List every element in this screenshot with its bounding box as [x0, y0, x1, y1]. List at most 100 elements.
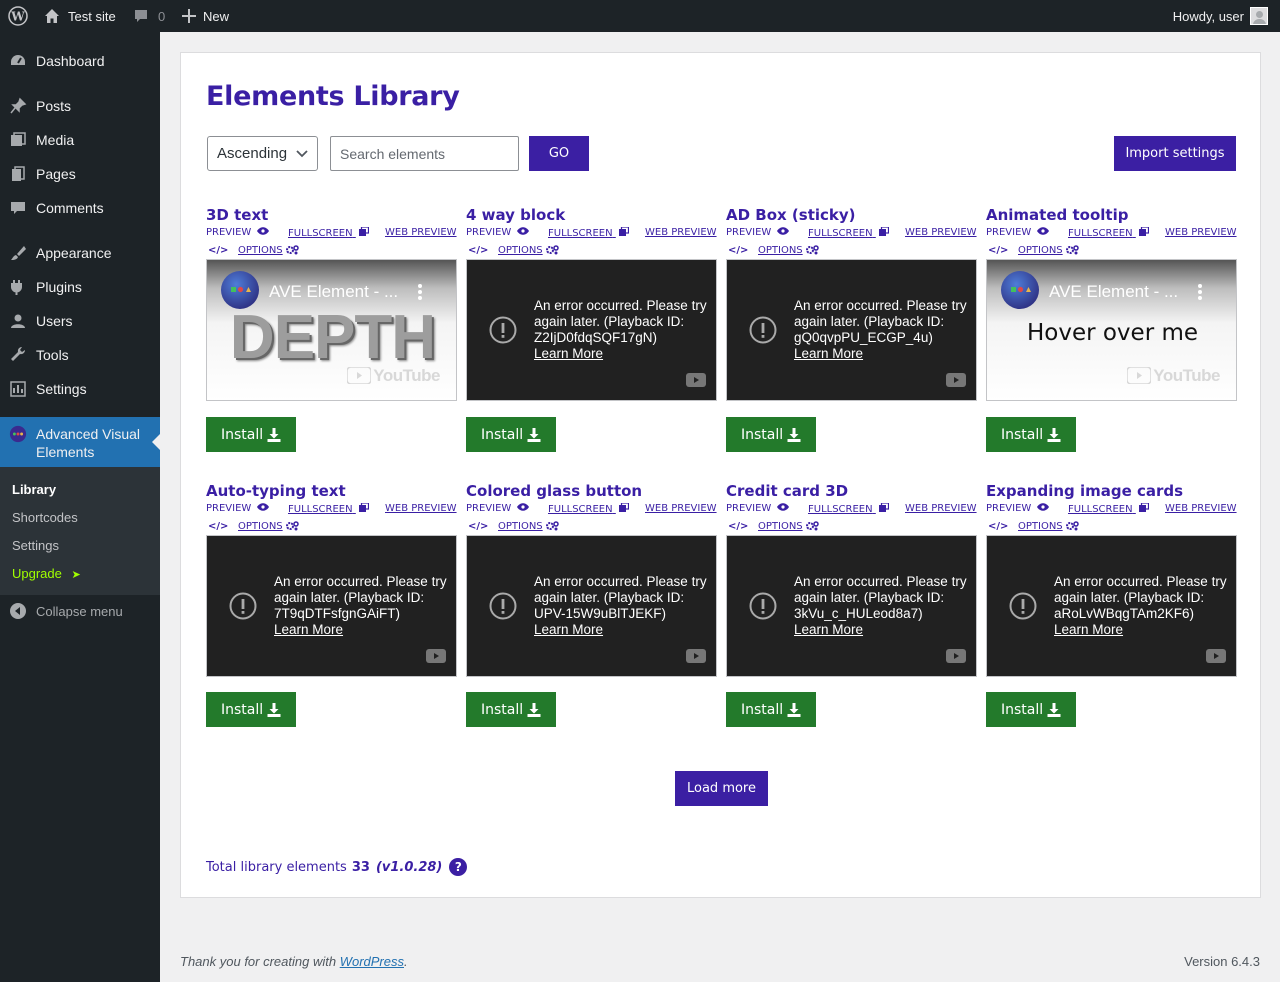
options-link[interactable]: OPTIONS: [758, 245, 803, 256]
code-icon[interactable]: </>: [468, 521, 488, 532]
install-button[interactable]: Install: [206, 692, 296, 727]
sidebar-item-users[interactable]: Users: [0, 304, 160, 338]
youtube-icon[interactable]: [686, 649, 706, 663]
card-title[interactable]: 4 way block: [466, 206, 565, 224]
more-vert-icon[interactable]: [1198, 284, 1202, 300]
card-title[interactable]: Animated tooltip: [986, 206, 1128, 224]
options-link[interactable]: OPTIONS: [498, 245, 543, 256]
video-embed[interactable]: An error occurred. Please try again late…: [206, 535, 457, 677]
learn-more-link[interactable]: Learn More: [794, 346, 969, 362]
wordpress-logo-icon[interactable]: W: [8, 0, 28, 32]
video-embed[interactable]: An error occurred. Please try again late…: [726, 535, 977, 677]
options-link[interactable]: OPTIONS: [1018, 521, 1063, 532]
youtube-icon[interactable]: [426, 649, 446, 663]
web-preview-link[interactable]: WEB PREVIEW: [1165, 503, 1237, 514]
sidebar-item-posts[interactable]: Posts: [0, 89, 160, 123]
options-link[interactable]: OPTIONS: [238, 521, 283, 532]
sort-select[interactable]: Ascending: [207, 136, 318, 171]
preview-link[interactable]: PREVIEW: [466, 227, 530, 238]
install-button[interactable]: Install: [466, 692, 556, 727]
code-icon[interactable]: </>: [728, 521, 748, 532]
web-preview-link[interactable]: WEB PREVIEW: [645, 227, 717, 238]
video-embed[interactable]: AVE Element - ... DEPTH YouTube: [206, 259, 457, 401]
fullscreen-link[interactable]: FULLSCREEN: [288, 226, 369, 239]
submenu-library[interactable]: Library: [12, 482, 56, 497]
fullscreen-link[interactable]: FULLSCREEN: [808, 226, 889, 239]
sidebar-item-appearance[interactable]: Appearance: [0, 236, 160, 270]
card-title[interactable]: Auto-typing text: [206, 482, 346, 500]
new-content-link[interactable]: New: [182, 0, 229, 32]
card-title[interactable]: AD Box (sticky): [726, 206, 856, 224]
fullscreen-link[interactable]: FULLSCREEN: [288, 502, 369, 515]
fullscreen-link[interactable]: FULLSCREEN: [548, 226, 629, 239]
code-icon[interactable]: </>: [988, 521, 1008, 532]
fullscreen-link[interactable]: FULLSCREEN: [548, 502, 629, 515]
video-embed[interactable]: An error occurred. Please try again late…: [986, 535, 1237, 677]
sidebar-item-media[interactable]: Media: [0, 123, 160, 157]
sidebar-item-pages[interactable]: Pages: [0, 157, 160, 191]
comments-link[interactable]: 0: [133, 0, 165, 32]
video-embed[interactable]: AVE Element - ... Hover over me YouTube: [986, 259, 1237, 401]
submenu-upgrade[interactable]: Upgrade ➤: [12, 566, 81, 581]
card-title[interactable]: Credit card 3D: [726, 482, 848, 500]
learn-more-link[interactable]: Learn More: [794, 622, 969, 638]
web-preview-link[interactable]: WEB PREVIEW: [905, 503, 977, 514]
web-preview-link[interactable]: WEB PREVIEW: [385, 227, 457, 238]
youtube-icon[interactable]: [946, 649, 966, 663]
preview-link[interactable]: PREVIEW: [206, 227, 270, 238]
install-button[interactable]: Install: [206, 417, 296, 452]
code-icon[interactable]: </>: [208, 245, 228, 256]
web-preview-link[interactable]: WEB PREVIEW: [1165, 227, 1237, 238]
install-button[interactable]: Install: [986, 692, 1076, 727]
video-title[interactable]: AVE Element - ...: [269, 282, 398, 302]
submenu-shortcodes[interactable]: Shortcodes: [12, 510, 78, 525]
preview-link[interactable]: PREVIEW: [986, 503, 1050, 514]
code-icon[interactable]: </>: [208, 521, 228, 532]
youtube-logo[interactable]: YouTube: [1126, 366, 1220, 386]
collapse-menu-button[interactable]: Collapse menu: [0, 594, 160, 628]
sidebar-item-tools[interactable]: Tools: [0, 338, 160, 372]
import-settings-button[interactable]: Import settings: [1114, 136, 1236, 171]
web-preview-link[interactable]: WEB PREVIEW: [645, 503, 717, 514]
youtube-icon[interactable]: [946, 373, 966, 387]
video-embed[interactable]: An error occurred. Please try again late…: [466, 259, 717, 401]
youtube-icon[interactable]: [686, 373, 706, 387]
code-icon[interactable]: </>: [988, 245, 1008, 256]
sidebar-item-comments[interactable]: Comments: [0, 191, 160, 225]
sidebar-item-settings[interactable]: Settings: [0, 372, 160, 406]
go-button[interactable]: GO: [529, 136, 589, 171]
site-name-link[interactable]: Test site: [44, 0, 116, 32]
sidebar-item-dashboard[interactable]: Dashboard: [0, 44, 160, 78]
load-more-button[interactable]: Load more: [675, 771, 768, 806]
install-button[interactable]: Install: [726, 417, 816, 452]
preview-link[interactable]: PREVIEW: [466, 503, 530, 514]
my-account-link[interactable]: Howdy, user: [1173, 0, 1268, 32]
code-icon[interactable]: </>: [468, 245, 488, 256]
sidebar-item-plugins[interactable]: Plugins: [0, 270, 160, 304]
web-preview-link[interactable]: WEB PREVIEW: [385, 503, 457, 514]
submenu-settings[interactable]: Settings: [12, 538, 59, 553]
preview-link[interactable]: PREVIEW: [206, 503, 270, 514]
card-title[interactable]: Colored glass button: [466, 482, 642, 500]
card-title[interactable]: Expanding image cards: [986, 482, 1183, 500]
install-button[interactable]: Install: [726, 692, 816, 727]
install-button[interactable]: Install: [466, 417, 556, 452]
wordpress-link[interactable]: WordPress: [340, 954, 404, 969]
fullscreen-link[interactable]: FULLSCREEN: [808, 502, 889, 515]
code-icon[interactable]: </>: [728, 245, 748, 256]
youtube-icon[interactable]: [1206, 649, 1226, 663]
learn-more-link[interactable]: Learn More: [534, 622, 709, 638]
preview-link[interactable]: PREVIEW: [986, 227, 1050, 238]
search-input[interactable]: [330, 136, 519, 171]
sidebar-item-advanced-visual-elements[interactable]: Advanced Visual Elements: [0, 417, 160, 467]
video-embed[interactable]: An error occurred. Please try again late…: [466, 535, 717, 677]
install-button[interactable]: Install: [986, 417, 1076, 452]
video-embed[interactable]: An error occurred. Please try again late…: [726, 259, 977, 401]
preview-link[interactable]: PREVIEW: [726, 227, 790, 238]
options-link[interactable]: OPTIONS: [758, 521, 803, 532]
video-title[interactable]: AVE Element - ...: [1049, 282, 1178, 302]
fullscreen-link[interactable]: FULLSCREEN: [1068, 226, 1149, 239]
card-title[interactable]: 3D text: [206, 206, 268, 224]
more-vert-icon[interactable]: [418, 284, 422, 300]
preview-link[interactable]: PREVIEW: [726, 503, 790, 514]
